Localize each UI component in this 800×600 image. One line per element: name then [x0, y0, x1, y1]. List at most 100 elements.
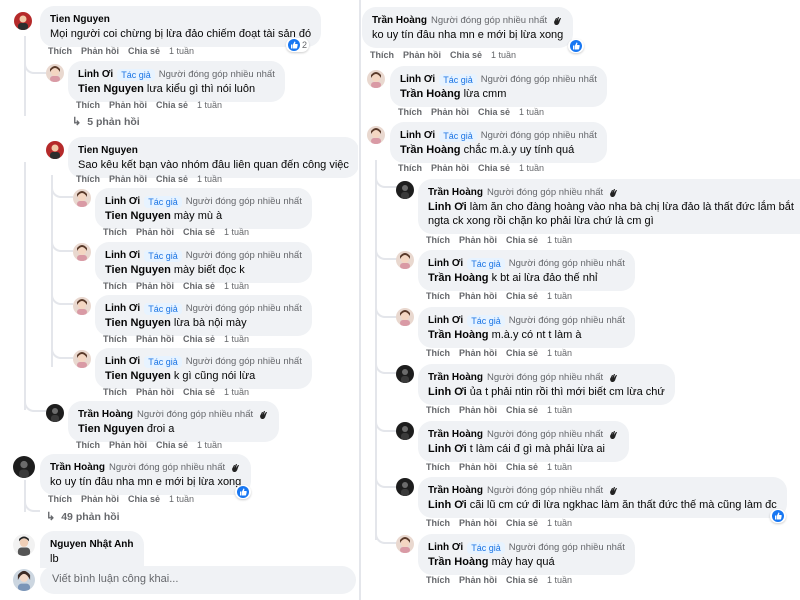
reply-button[interactable]: Phản hồi	[109, 100, 147, 110]
comment-author[interactable]: Trần Hoàng	[428, 372, 483, 383]
avatar[interactable]	[13, 456, 35, 478]
share-button[interactable]: Chia sẻ	[506, 291, 538, 301]
reply-button[interactable]: Phản hồi	[403, 50, 441, 60]
comment-author[interactable]: Nguyen Nhật Anh	[50, 539, 134, 550]
reaction-count[interactable]	[568, 39, 584, 53]
reply-button[interactable]: Phản hồi	[136, 334, 174, 344]
mention[interactable]: Trần Hoàng	[428, 272, 489, 284]
reply-button[interactable]: Phản hồi	[459, 235, 497, 245]
avatar[interactable]	[367, 126, 385, 144]
like-button[interactable]: Thích	[103, 227, 127, 237]
share-button[interactable]: Chia sẻ	[128, 494, 160, 504]
timestamp[interactable]: 1 tuần	[491, 50, 516, 60]
share-button[interactable]: Chia sẻ	[183, 387, 215, 397]
like-button[interactable]: Thích	[398, 107, 422, 117]
mention[interactable]: Tien Nguyen	[78, 83, 144, 95]
like-button[interactable]: Thích	[76, 174, 100, 184]
share-button[interactable]: Chia sẻ	[478, 163, 510, 173]
like-button[interactable]: Thích	[426, 235, 450, 245]
mention[interactable]: Linh Ơi	[428, 443, 467, 455]
avatar[interactable]	[396, 535, 414, 553]
share-button[interactable]: Chia sẻ	[183, 227, 215, 237]
comment-author[interactable]: Linh Ơi	[105, 196, 140, 207]
mention[interactable]: Trần Hoàng	[400, 88, 461, 100]
reply-button[interactable]: Phản hồi	[136, 387, 174, 397]
avatar[interactable]	[46, 64, 64, 82]
reply-button[interactable]: Phản hồi	[459, 291, 497, 301]
mention[interactable]: Tien Nguyen	[105, 210, 171, 222]
share-button[interactable]: Chia sẻ	[506, 462, 538, 472]
timestamp[interactable]: 1 tuần	[224, 281, 249, 291]
timestamp[interactable]: 1 tuần	[547, 291, 572, 301]
timestamp[interactable]: 1 tuần	[547, 235, 572, 245]
reply-button[interactable]: Phản hồi	[81, 46, 119, 56]
timestamp[interactable]: 1 tuần	[224, 227, 249, 237]
comment-author[interactable]: Linh Ơi	[400, 74, 435, 85]
comment-input[interactable]: Viết bình luận công khai...	[40, 566, 356, 594]
timestamp[interactable]: 1 tuần	[547, 405, 572, 415]
share-button[interactable]: Chia sẻ	[478, 107, 510, 117]
reply-button[interactable]: Phản hồi	[431, 107, 469, 117]
mention[interactable]: Tien Nguyen	[105, 317, 171, 329]
mention[interactable]: Linh Ơi	[428, 201, 467, 213]
comment-author[interactable]: Linh Ơi	[428, 542, 463, 553]
mention[interactable]: Trần Hoàng	[400, 144, 461, 156]
avatar[interactable]	[396, 365, 414, 383]
share-button[interactable]: Chia sẻ	[506, 235, 538, 245]
comment-author[interactable]: Trần Hoàng	[50, 462, 105, 473]
share-button[interactable]: Chia sẻ	[183, 334, 215, 344]
reply-button[interactable]: Phản hồi	[109, 440, 147, 450]
timestamp[interactable]: 1 tuần	[224, 334, 249, 344]
reply-button[interactable]: Phản hồi	[136, 227, 174, 237]
avatar[interactable]	[396, 251, 414, 269]
view-replies-link[interactable]: ↳ 5 phản hồi	[72, 115, 140, 129]
share-button[interactable]: Chia sẻ	[450, 50, 482, 60]
comment-author[interactable]: Linh Ơi	[400, 130, 435, 141]
comment-author[interactable]: Trần Hoàng	[428, 429, 483, 440]
avatar[interactable]	[46, 404, 64, 422]
share-button[interactable]: Chia sẻ	[156, 100, 188, 110]
avatar[interactable]	[13, 534, 35, 556]
share-button[interactable]: Chia sẻ	[156, 440, 188, 450]
mention[interactable]: Linh Ơi	[428, 386, 467, 398]
avatar[interactable]	[367, 70, 385, 88]
comment-author[interactable]: Linh Ơi	[105, 356, 140, 367]
comment-author[interactable]: Tien Nguyen	[50, 14, 110, 25]
like-button[interactable]: Thích	[426, 575, 450, 585]
like-button[interactable]: Thích	[103, 334, 127, 344]
mention[interactable]: Tien Nguyen	[105, 264, 171, 276]
like-button[interactable]: Thích	[426, 348, 450, 358]
avatar[interactable]	[396, 478, 414, 496]
timestamp[interactable]: 1 tuần	[169, 494, 194, 504]
avatar[interactable]	[396, 422, 414, 440]
comment-author[interactable]: Trần Hoàng	[428, 485, 483, 496]
share-button[interactable]: Chia sẻ	[183, 281, 215, 291]
comment-author[interactable]: Trần Hoàng	[372, 15, 427, 26]
timestamp[interactable]: 1 tuần	[519, 163, 544, 173]
like-button[interactable]: Thích	[103, 387, 127, 397]
reply-button[interactable]: Phản hồi	[459, 462, 497, 472]
avatar[interactable]	[73, 243, 91, 261]
like-button[interactable]: Thích	[398, 163, 422, 173]
timestamp[interactable]: 1 tuần	[197, 100, 222, 110]
avatar[interactable]	[46, 141, 64, 159]
avatar[interactable]	[73, 297, 91, 315]
reply-button[interactable]: Phản hồi	[459, 575, 497, 585]
timestamp[interactable]: 1 tuần	[197, 174, 222, 184]
reply-button[interactable]: Phản hồi	[459, 518, 497, 528]
timestamp[interactable]: 1 tuần	[169, 46, 194, 56]
like-button[interactable]: Thích	[48, 494, 72, 504]
timestamp[interactable]: 1 tuần	[547, 348, 572, 358]
mention[interactable]: Linh Ơi	[428, 499, 467, 511]
like-button[interactable]: Thích	[48, 46, 72, 56]
timestamp[interactable]: 1 tuần	[547, 518, 572, 528]
share-button[interactable]: Chia sẻ	[506, 348, 538, 358]
comment-author[interactable]: Tien Nguyen	[78, 145, 138, 156]
mention[interactable]: Tien Nguyen	[78, 423, 144, 435]
reply-button[interactable]: Phản hồi	[81, 494, 119, 504]
comment-author[interactable]: Linh Ơi	[428, 315, 463, 326]
like-button[interactable]: Thích	[103, 281, 127, 291]
comment-author[interactable]: Linh Ơi	[105, 250, 140, 261]
reply-button[interactable]: Phản hồi	[431, 163, 469, 173]
share-button[interactable]: Chia sẻ	[506, 575, 538, 585]
